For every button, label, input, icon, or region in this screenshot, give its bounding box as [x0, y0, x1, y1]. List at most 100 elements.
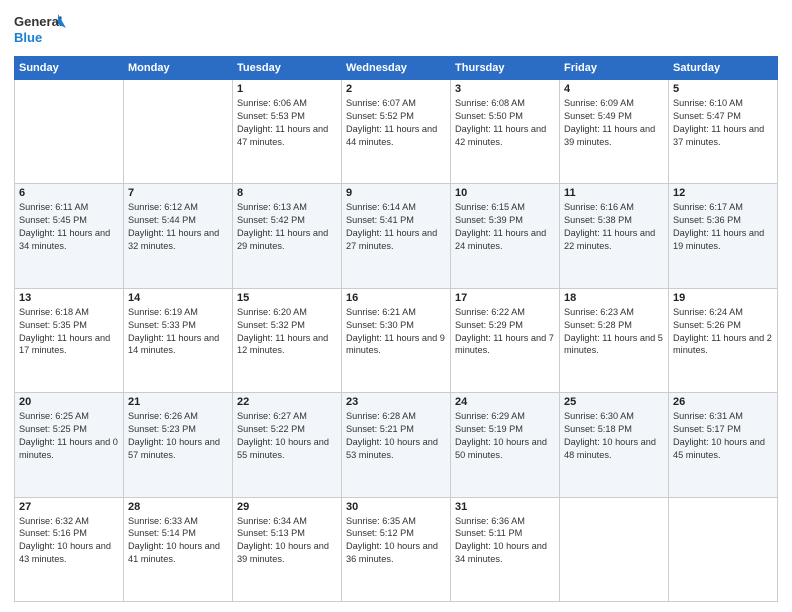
day-number: 11 — [564, 187, 664, 199]
calendar-cell — [560, 497, 669, 601]
svg-text:Blue: Blue — [14, 30, 42, 45]
day-number: 7 — [128, 187, 228, 199]
cell-info: Sunrise: 6:34 AMSunset: 5:13 PMDaylight:… — [237, 515, 337, 567]
calendar-cell: 18 Sunrise: 6:23 AMSunset: 5:28 PMDayligh… — [560, 288, 669, 392]
day-number: 16 — [346, 292, 446, 304]
calendar-cell: 28Sunrise: 6:33 AMSunset: 5:14 PMDayligh… — [124, 497, 233, 601]
day-number: 29 — [237, 501, 337, 513]
cell-info: Sunrise: 6:35 AMSunset: 5:12 PMDaylight:… — [346, 515, 446, 567]
weekday-header-monday: Monday — [124, 57, 233, 80]
calendar-cell: 24Sunrise: 6:29 AMSunset: 5:19 PMDayligh… — [451, 393, 560, 497]
week-row-2: 6 Sunrise: 6:11 AMSunset: 5:45 PMDaylight… — [15, 184, 778, 288]
day-number: 26 — [673, 396, 773, 408]
day-number: 10 — [455, 187, 555, 199]
calendar-cell: 25 Sunrise: 6:30 AMSunset: 5:18 PMDayligh… — [560, 393, 669, 497]
calendar-cell: 15 Sunrise: 6:20 AMSunset: 5:32 PMDayligh… — [233, 288, 342, 392]
week-row-1: 1Sunrise: 6:06 AMSunset: 5:53 PMDaylight… — [15, 80, 778, 184]
week-row-4: 20 Sunrise: 6:25 AMSunset: 5:25 PMDayligh… — [15, 393, 778, 497]
day-number: 27 — [19, 501, 119, 513]
calendar-cell: 17 Sunrise: 6:22 AMSunset: 5:29 PMDayligh… — [451, 288, 560, 392]
day-number: 23 — [346, 396, 446, 408]
week-row-5: 27 Sunrise: 6:32 AMSunset: 5:16 PMDayligh… — [15, 497, 778, 601]
calendar-body: 1Sunrise: 6:06 AMSunset: 5:53 PMDaylight… — [15, 80, 778, 602]
day-number: 4 — [564, 83, 664, 95]
calendar-cell: 22 Sunrise: 6:27 AMSunset: 5:22 PMDayligh… — [233, 393, 342, 497]
day-number: 6 — [19, 187, 119, 199]
calendar-table: SundayMondayTuesdayWednesdayThursdayFrid… — [14, 56, 778, 602]
calendar-cell: 10 Sunrise: 6:15 AMSunset: 5:39 PMDayligh… — [451, 184, 560, 288]
day-number: 15 — [237, 292, 337, 304]
header: General Blue — [14, 10, 778, 48]
day-number: 31 — [455, 501, 555, 513]
day-number: 13 — [19, 292, 119, 304]
day-number: 3 — [455, 83, 555, 95]
calendar-cell: 8Sunrise: 6:13 AMSunset: 5:42 PMDaylight… — [233, 184, 342, 288]
calendar-cell: 27 Sunrise: 6:32 AMSunset: 5:16 PMDayligh… — [15, 497, 124, 601]
cell-info: Sunrise: 6:07 AMSunset: 5:52 PMDaylight:… — [346, 97, 446, 149]
weekday-header-sunday: Sunday — [15, 57, 124, 80]
weekday-header-row: SundayMondayTuesdayWednesdayThursdayFrid… — [15, 57, 778, 80]
day-number: 17 — [455, 292, 555, 304]
day-number: 12 — [673, 187, 773, 199]
calendar-cell: 19 Sunrise: 6:24 AMSunset: 5:26 PMDayligh… — [669, 288, 778, 392]
cell-info: Sunrise: 6:23 AMSunset: 5:28 PMDaylight:… — [564, 306, 664, 358]
cell-info: Sunrise: 6:29 AMSunset: 5:19 PMDaylight:… — [455, 410, 555, 462]
cell-info: Sunrise: 6:24 AMSunset: 5:26 PMDaylight:… — [673, 306, 773, 358]
day-number: 20 — [19, 396, 119, 408]
calendar-cell — [669, 497, 778, 601]
cell-info: Sunrise: 6:08 AMSunset: 5:50 PMDaylight:… — [455, 97, 555, 149]
calendar-header: SundayMondayTuesdayWednesdayThursdayFrid… — [15, 57, 778, 80]
calendar-cell: 3 Sunrise: 6:08 AMSunset: 5:50 PMDaylight… — [451, 80, 560, 184]
logo: General Blue — [14, 10, 66, 48]
cell-info: Sunrise: 6:11 AMSunset: 5:45 PMDaylight:… — [19, 201, 119, 253]
calendar-cell: 6 Sunrise: 6:11 AMSunset: 5:45 PMDaylight… — [15, 184, 124, 288]
weekday-header-friday: Friday — [560, 57, 669, 80]
day-number: 19 — [673, 292, 773, 304]
cell-info: Sunrise: 6:15 AMSunset: 5:39 PMDaylight:… — [455, 201, 555, 253]
cell-info: Sunrise: 6:31 AMSunset: 5:17 PMDaylight:… — [673, 410, 773, 462]
day-number: 1 — [237, 83, 337, 95]
cell-info: Sunrise: 6:09 AMSunset: 5:49 PMDaylight:… — [564, 97, 664, 149]
weekday-header-wednesday: Wednesday — [342, 57, 451, 80]
calendar-cell: 23Sunrise: 6:28 AMSunset: 5:21 PMDayligh… — [342, 393, 451, 497]
calendar-cell: 16 Sunrise: 6:21 AMSunset: 5:30 PMDayligh… — [342, 288, 451, 392]
day-number: 30 — [346, 501, 446, 513]
day-number: 21 — [128, 396, 228, 408]
calendar-cell: 14 Sunrise: 6:19 AMSunset: 5:33 PMDayligh… — [124, 288, 233, 392]
svg-text:General: General — [14, 14, 62, 29]
weekday-header-tuesday: Tuesday — [233, 57, 342, 80]
calendar-cell: 20 Sunrise: 6:25 AMSunset: 5:25 PMDayligh… — [15, 393, 124, 497]
cell-info: Sunrise: 6:19 AMSunset: 5:33 PMDaylight:… — [128, 306, 228, 358]
cell-info: Sunrise: 6:17 AMSunset: 5:36 PMDaylight:… — [673, 201, 773, 253]
cell-info: Sunrise: 6:25 AMSunset: 5:25 PMDaylight:… — [19, 410, 119, 462]
calendar-cell: 4 Sunrise: 6:09 AMSunset: 5:49 PMDaylight… — [560, 80, 669, 184]
cell-info: Sunrise: 6:13 AMSunset: 5:42 PMDaylight:… — [237, 201, 337, 253]
cell-info: Sunrise: 6:30 AMSunset: 5:18 PMDaylight:… — [564, 410, 664, 462]
day-number: 25 — [564, 396, 664, 408]
calendar-cell: 1Sunrise: 6:06 AMSunset: 5:53 PMDaylight… — [233, 80, 342, 184]
cell-info: Sunrise: 6:22 AMSunset: 5:29 PMDaylight:… — [455, 306, 555, 358]
day-number: 9 — [346, 187, 446, 199]
cell-info: Sunrise: 6:21 AMSunset: 5:30 PMDaylight:… — [346, 306, 446, 358]
cell-info: Sunrise: 6:32 AMSunset: 5:16 PMDaylight:… — [19, 515, 119, 567]
calendar-cell: 31 Sunrise: 6:36 AMSunset: 5:11 PMDayligh… — [451, 497, 560, 601]
day-number: 18 — [564, 292, 664, 304]
cell-info: Sunrise: 6:36 AMSunset: 5:11 PMDaylight:… — [455, 515, 555, 567]
cell-info: Sunrise: 6:16 AMSunset: 5:38 PMDaylight:… — [564, 201, 664, 253]
calendar-cell: 7Sunrise: 6:12 AMSunset: 5:44 PMDaylight… — [124, 184, 233, 288]
day-number: 22 — [237, 396, 337, 408]
calendar-cell — [124, 80, 233, 184]
page: General Blue SundayMondayTuesdayWednesda… — [0, 0, 792, 612]
cell-info: Sunrise: 6:20 AMSunset: 5:32 PMDaylight:… — [237, 306, 337, 358]
calendar-cell: 11 Sunrise: 6:16 AMSunset: 5:38 PMDayligh… — [560, 184, 669, 288]
calendar-cell: 26 Sunrise: 6:31 AMSunset: 5:17 PMDayligh… — [669, 393, 778, 497]
cell-info: Sunrise: 6:26 AMSunset: 5:23 PMDaylight:… — [128, 410, 228, 462]
day-number: 14 — [128, 292, 228, 304]
calendar-cell: 5Sunrise: 6:10 AMSunset: 5:47 PMDaylight… — [669, 80, 778, 184]
week-row-3: 13Sunrise: 6:18 AMSunset: 5:35 PMDayligh… — [15, 288, 778, 392]
calendar-cell: 30 Sunrise: 6:35 AMSunset: 5:12 PMDayligh… — [342, 497, 451, 601]
calendar-cell: 2Sunrise: 6:07 AMSunset: 5:52 PMDaylight… — [342, 80, 451, 184]
cell-info: Sunrise: 6:27 AMSunset: 5:22 PMDaylight:… — [237, 410, 337, 462]
calendar-cell: 9Sunrise: 6:14 AMSunset: 5:41 PMDaylight… — [342, 184, 451, 288]
calendar-cell: 13Sunrise: 6:18 AMSunset: 5:35 PMDayligh… — [15, 288, 124, 392]
